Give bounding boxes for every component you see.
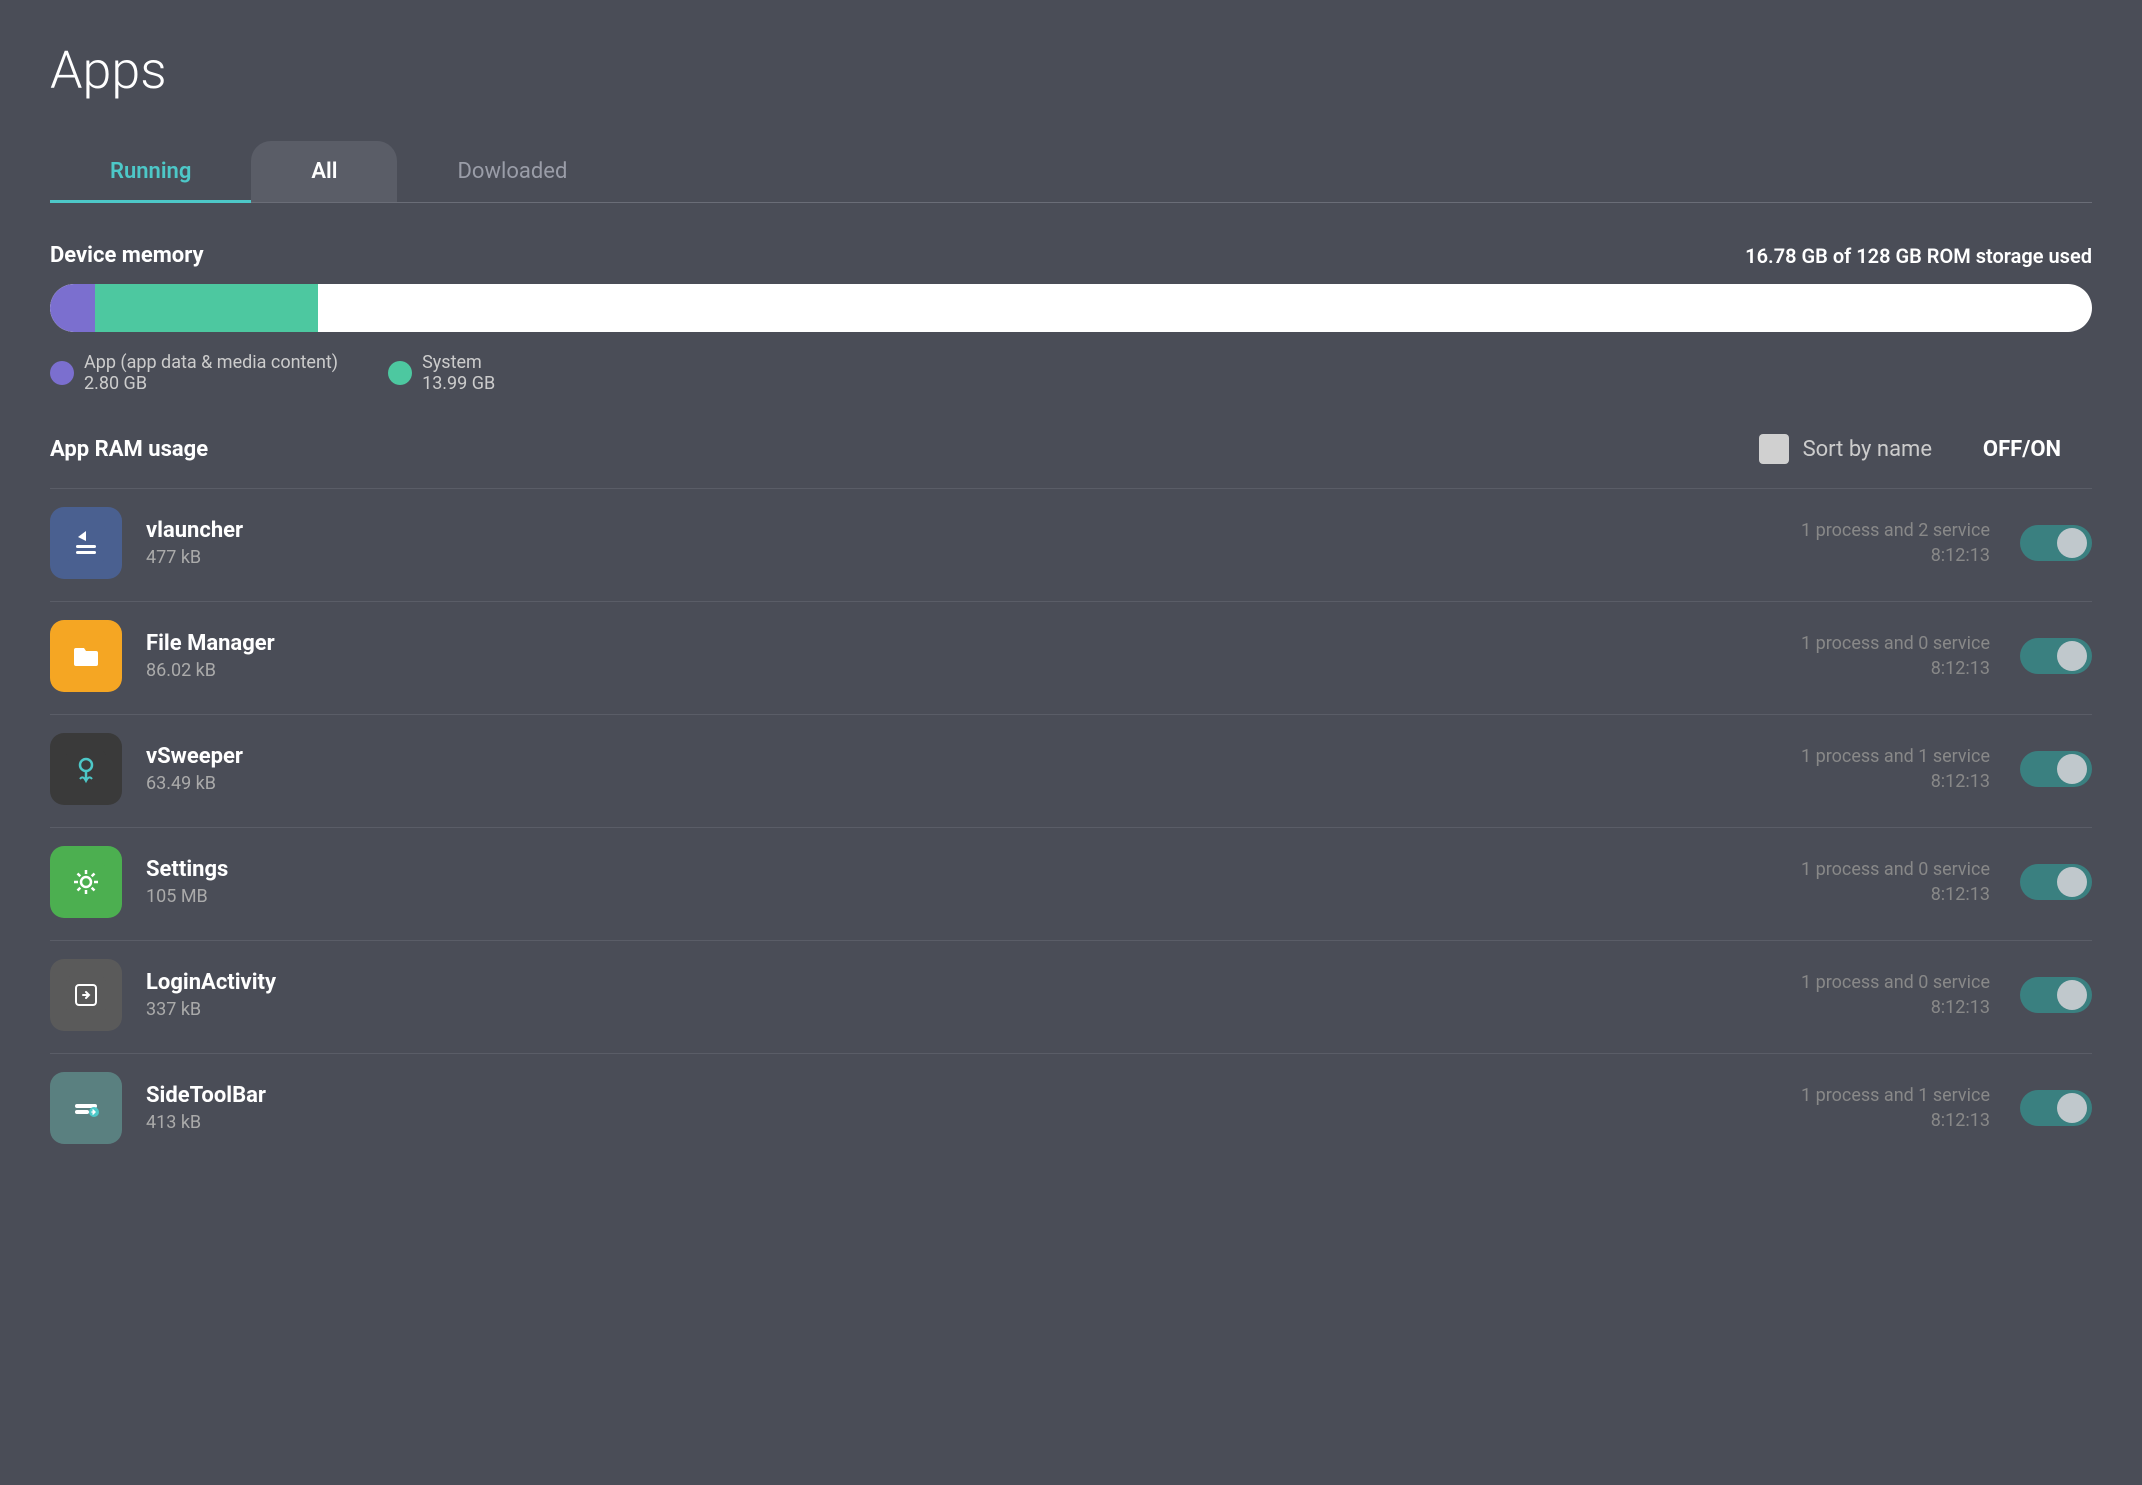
app-process-vlauncher: 1 process and 2 service 8:12:13 [1770,520,1990,566]
app-name-filemanager: File Manager [146,631,1770,656]
process-time-loginactivity: 8:12:13 [1770,997,1990,1018]
memory-bar [50,284,2092,332]
process-text-settings: 1 process and 0 service [1770,859,1990,880]
app-item-vlauncher[interactable]: vlauncher 477 kB 1 process and 2 service… [50,488,2092,597]
process-text-sidetoolbar: 1 process and 1 service [1770,1085,1990,1106]
app-icon-sidetoolbar [50,1072,122,1144]
app-size-vlauncher: 477 kB [146,547,1770,568]
process-text-filemanager: 1 process and 0 service [1770,633,1990,654]
process-time-settings: 8:12:13 [1770,884,1990,905]
app-icon-vlauncher [50,507,122,579]
legend-item-system: System 13.99 GB [388,352,495,394]
toggle-settings[interactable] [2020,864,2092,900]
toggle-vsweeper[interactable] [2020,751,2092,787]
process-text-loginactivity: 1 process and 0 service [1770,972,1990,993]
process-time-filemanager: 8:12:13 [1770,658,1990,679]
app-info-sidetoolbar: SideToolBar 413 kB [146,1083,1770,1133]
legend-app-size: 2.80 GB [84,373,338,394]
app-size-settings: 105 MB [146,886,1770,907]
legend-dot-app [50,361,74,385]
app-list: vlauncher 477 kB 1 process and 2 service… [50,488,2092,1162]
app-icon-filemanager [50,620,122,692]
device-memory-section: Device memory 16.78 GB of 128 GB ROM sto… [50,243,2092,394]
toggle-filemanager[interactable] [2020,638,2092,674]
app-item-vsweeper[interactable]: vSweeper 63.49 kB 1 process and 1 servic… [50,714,2092,823]
app-item-loginactivity[interactable]: LoginActivity 337 kB 1 process and 0 ser… [50,940,2092,1049]
sort-by-name[interactable]: Sort by name [1759,434,1932,464]
tab-all[interactable]: All [251,141,397,202]
app-item-filemanager[interactable]: File Manager 86.02 kB 1 process and 0 se… [50,601,2092,710]
process-time-vlauncher: 8:12:13 [1770,545,1990,566]
app-size-sidetoolbar: 413 kB [146,1112,1770,1133]
app-item-sidetoolbar[interactable]: SideToolBar 413 kB 1 process and 1 servi… [50,1053,2092,1162]
toggle-knob-sidetoolbar [2057,1093,2087,1123]
legend-system-size: 13.99 GB [422,373,495,394]
app-item-settings[interactable]: Settings 105 MB 1 process and 0 service … [50,827,2092,936]
app-process-loginactivity: 1 process and 0 service 8:12:13 [1770,972,1990,1018]
app-info-settings: Settings 105 MB [146,857,1770,907]
sort-label: Sort by name [1803,437,1932,462]
app-name-sidetoolbar: SideToolBar [146,1083,1770,1108]
toggle-knob-vsweeper [2057,754,2087,784]
memory-bar-system [95,284,318,332]
process-text-vlauncher: 1 process and 2 service [1770,520,1990,541]
toggle-loginactivity[interactable] [2020,977,2092,1013]
device-memory-label: Device memory [50,243,204,268]
app-process-settings: 1 process and 0 service 8:12:13 [1770,859,1990,905]
app-name-vsweeper: vSweeper [146,744,1770,769]
process-time-sidetoolbar: 8:12:13 [1770,1110,1990,1131]
app-size-loginactivity: 337 kB [146,999,1770,1020]
toggle-knob-loginactivity [2057,980,2087,1010]
toggle-knob-filemanager [2057,641,2087,671]
tab-downloaded[interactable]: Dowloaded [397,141,627,202]
process-time-vsweeper: 8:12:13 [1770,771,1990,792]
toggle-knob-settings [2057,867,2087,897]
app-process-vsweeper: 1 process and 1 service 8:12:13 [1770,746,1990,792]
legend-item-app: App (app data & media content) 2.80 GB [50,352,338,394]
sort-checkbox[interactable] [1759,434,1789,464]
legend-dot-system [388,361,412,385]
process-text-vsweeper: 1 process and 1 service [1770,746,1990,767]
device-memory-info: 16.78 GB of 128 GB ROM storage used [1745,244,2092,268]
memory-legend: App (app data & media content) 2.80 GB S… [50,352,2092,394]
app-size-vsweeper: 63.49 kB [146,773,1770,794]
app-size-filemanager: 86.02 kB [146,660,1770,681]
offon-label: OFF/ON [1972,437,2072,462]
app-info-filemanager: File Manager 86.02 kB [146,631,1770,681]
toggle-knob-vlauncher [2057,528,2087,558]
app-name-vlauncher: vlauncher [146,518,1770,543]
app-process-filemanager: 1 process and 0 service 8:12:13 [1770,633,1990,679]
app-process-sidetoolbar: 1 process and 1 service 8:12:13 [1770,1085,1990,1131]
app-name-loginactivity: LoginActivity [146,970,1770,995]
toggle-vlauncher[interactable] [2020,525,2092,561]
toggle-sidetoolbar[interactable] [2020,1090,2092,1126]
app-name-settings: Settings [146,857,1770,882]
app-icon-settings [50,846,122,918]
app-ram-title: App RAM usage [50,437,1759,462]
tab-running[interactable]: Running [50,141,251,202]
tab-bar: Running All Dowloaded [50,141,2092,203]
app-info-loginactivity: LoginActivity 337 kB [146,970,1770,1020]
app-info-vlauncher: vlauncher 477 kB [146,518,1770,568]
app-icon-vsweeper [50,733,122,805]
app-info-vsweeper: vSweeper 63.49 kB [146,744,1770,794]
legend-system-label: System [422,352,495,373]
memory-bar-app [50,284,95,332]
page-title: Apps [50,40,2092,101]
app-ram-header: App RAM usage Sort by name OFF/ON [50,434,2092,464]
legend-app-label: App (app data & media content) [84,352,338,373]
app-icon-loginactivity [50,959,122,1031]
